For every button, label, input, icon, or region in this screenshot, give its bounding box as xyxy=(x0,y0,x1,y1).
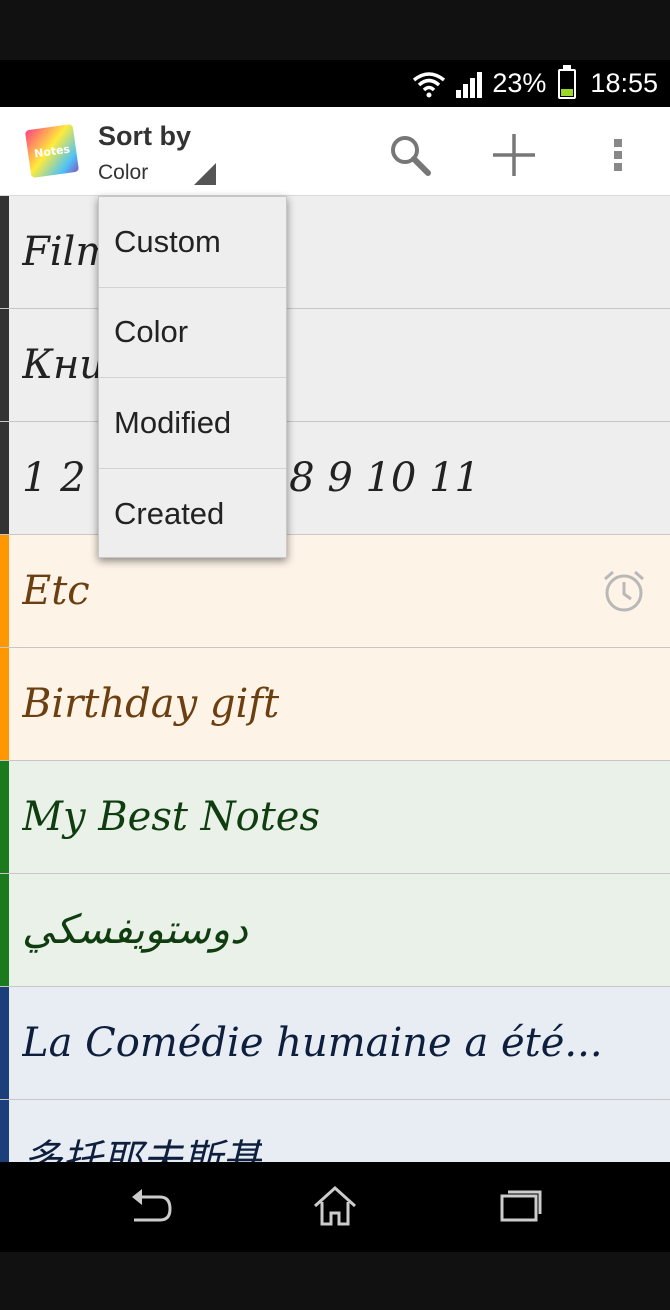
note-row[interactable]: 多托耶夫斯基 xyxy=(0,1100,670,1162)
note-title: My Best Notes xyxy=(22,794,321,840)
note-color-strip xyxy=(0,1100,9,1162)
wifi-icon xyxy=(413,71,446,97)
note-title: Birthday gift xyxy=(22,681,280,727)
app-icon-label: Notes xyxy=(33,142,71,160)
note-row[interactable]: La Comédie humaine a été... xyxy=(0,987,670,1100)
overflow-menu-icon xyxy=(614,135,622,175)
plus-icon xyxy=(493,134,535,176)
sort-title[interactable]: Sort by xyxy=(98,121,191,152)
status-bar: 23% 18:55 xyxy=(0,60,670,107)
overflow-menu-button[interactable] xyxy=(588,125,648,185)
sort-value[interactable]: Color xyxy=(98,161,148,185)
sort-option-modified[interactable]: Modified xyxy=(99,378,286,469)
note-title: 多托耶夫斯基 xyxy=(22,1137,262,1162)
sort-dropdown-menu: Custom Color Modified Created xyxy=(98,196,287,558)
battery-icon xyxy=(558,64,577,99)
sort-dropdown-caret-icon[interactable] xyxy=(194,163,216,185)
app-icon[interactable]: Notes xyxy=(24,123,80,179)
search-button[interactable] xyxy=(380,125,440,185)
signal-icon xyxy=(456,71,483,98)
note-color-strip xyxy=(0,422,9,534)
battery-percent: 23% xyxy=(492,68,547,98)
action-bar: Notes Sort by Color xyxy=(0,107,670,196)
recent-apps-icon xyxy=(500,1190,542,1222)
sort-option-created[interactable]: Created xyxy=(99,469,286,560)
navigation-bar xyxy=(0,1162,670,1252)
sort-option-custom[interactable]: Custom xyxy=(99,197,286,288)
note-title: Кни xyxy=(22,342,106,388)
home-icon xyxy=(313,1185,357,1226)
home-button[interactable] xyxy=(305,1182,365,1232)
recent-apps-button[interactable] xyxy=(490,1182,550,1232)
note-title: La Comédie humaine a été... xyxy=(22,1020,603,1066)
sort-option-color[interactable]: Color xyxy=(99,288,286,378)
add-note-button[interactable] xyxy=(484,125,544,185)
note-color-strip xyxy=(0,648,9,760)
note-title: Etc xyxy=(22,568,90,614)
alarm-icon[interactable] xyxy=(600,567,648,615)
note-row[interactable]: دوستويفسكي xyxy=(0,874,670,987)
note-row[interactable]: Birthday gift xyxy=(0,648,670,761)
note-color-strip xyxy=(0,761,9,873)
note-color-strip xyxy=(0,535,9,647)
note-color-strip xyxy=(0,196,9,308)
back-icon xyxy=(132,1189,172,1222)
bottom-black-band xyxy=(0,1252,670,1310)
back-button[interactable] xyxy=(120,1182,180,1232)
top-black-band xyxy=(0,0,670,60)
note-color-strip xyxy=(0,874,9,986)
search-icon xyxy=(391,136,431,176)
note-color-strip xyxy=(0,987,9,1099)
note-row[interactable]: My Best Notes xyxy=(0,761,670,874)
note-title: دوستويفسكي xyxy=(22,907,248,953)
clock: 18:55 xyxy=(590,68,658,98)
note-color-strip xyxy=(0,309,9,421)
